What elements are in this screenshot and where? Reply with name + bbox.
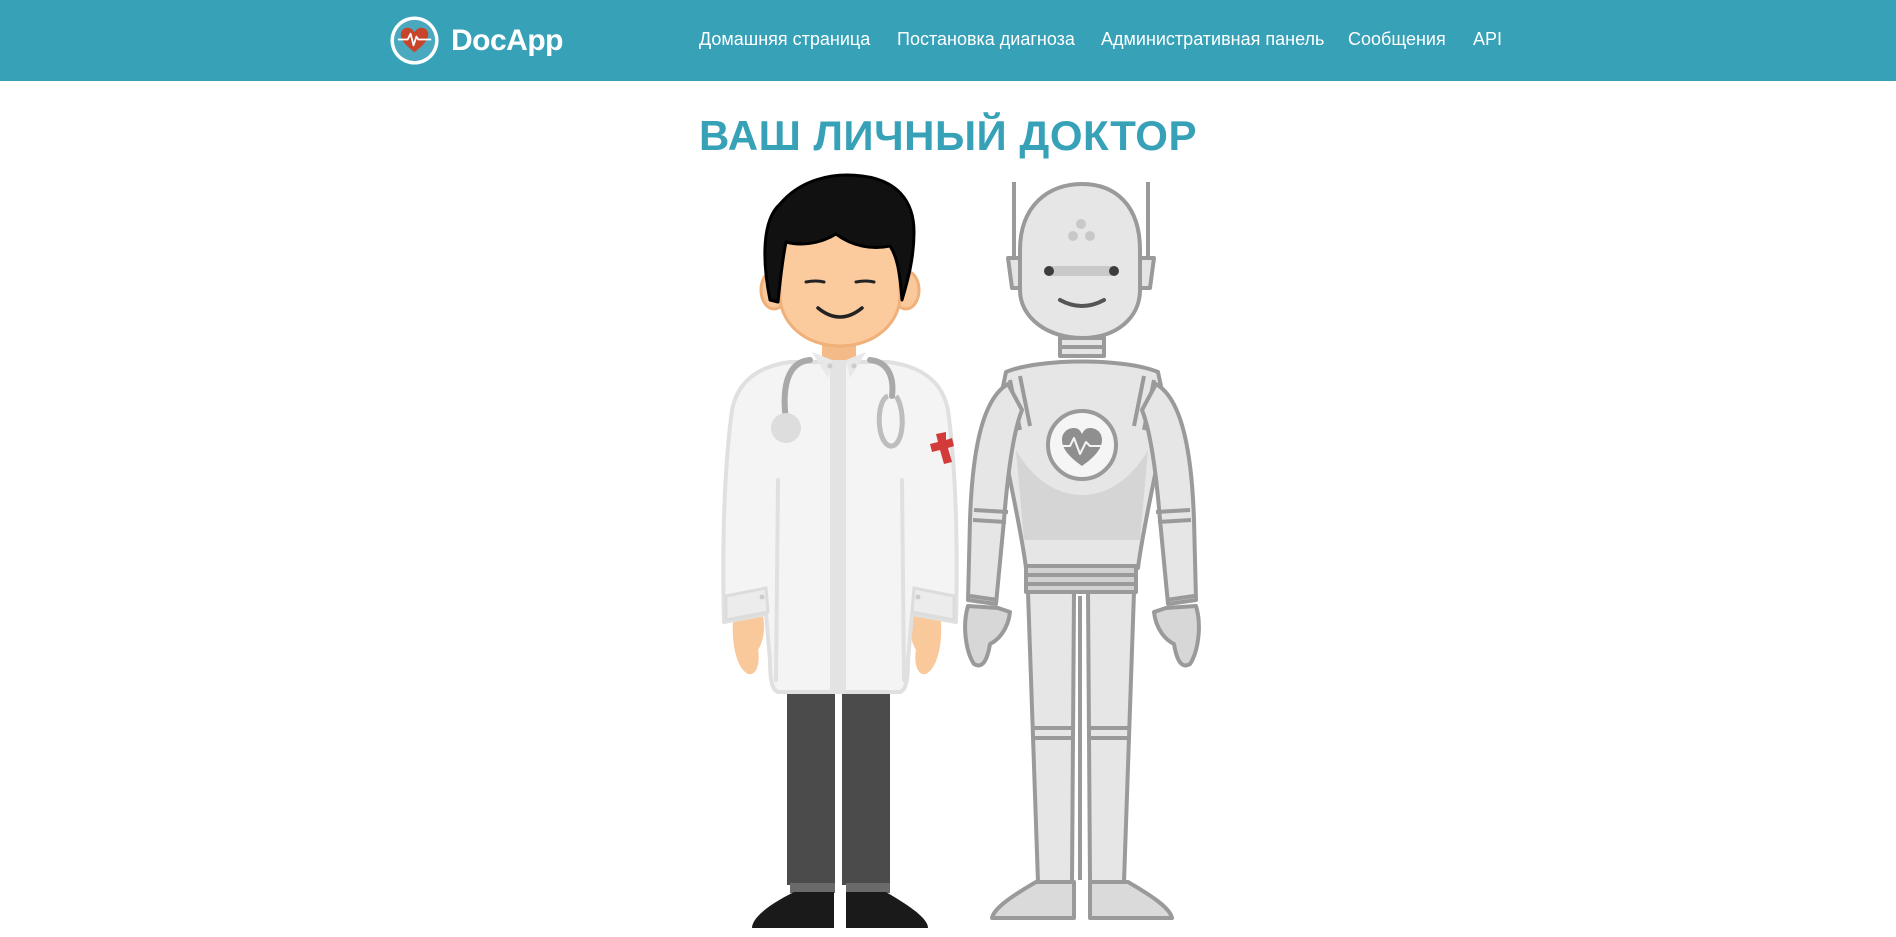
nav-link-admin-panel[interactable]: Административная панель [1101, 29, 1324, 50]
doctor-figure [721, 173, 959, 928]
nav-link-home[interactable]: Домашняя страница [699, 29, 870, 50]
nav-link-api[interactable]: API [1473, 29, 1502, 50]
nav-link-diagnosis[interactable]: Постановка диагноза [897, 29, 1075, 50]
robot-figure [963, 182, 1201, 920]
main-nav: Домашняя страница Постановка диагноза Ад… [0, 0, 1896, 81]
nav-link-messages[interactable]: Сообщения [1348, 29, 1446, 50]
hero-title: ВАШ ЛИЧНЫЙ ДОКТОР [699, 112, 1197, 159]
hero-illustration [721, 173, 1201, 928]
navbar: DocApp Домашняя страница Постановка диаг… [0, 0, 1896, 81]
